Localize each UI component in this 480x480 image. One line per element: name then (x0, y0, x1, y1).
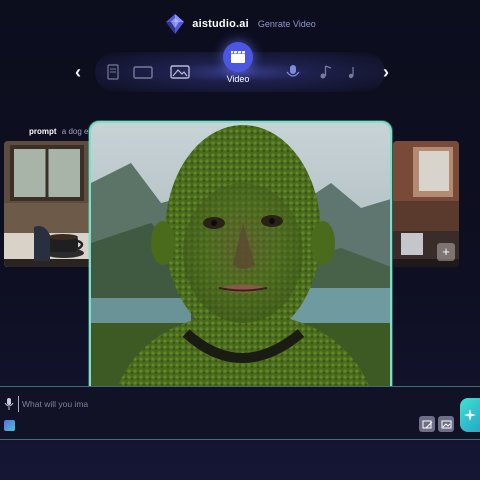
diamond-gem-logo-icon (166, 14, 185, 34)
prompt-caption: prompt a dog eat (29, 127, 95, 136)
clapperboard-icon (231, 50, 245, 63)
document-icon[interactable] (103, 64, 123, 80)
prompt-input[interactable] (18, 396, 88, 412)
app-header: aistudio.ai Genrate Video (0, 12, 480, 36)
add-button[interactable]: + (437, 243, 455, 261)
generated-video-preview[interactable] (89, 121, 392, 424)
sparkle-icon (464, 409, 476, 421)
carousel-next-button[interactable]: › (378, 60, 394, 84)
moss-face-video-frame (91, 123, 390, 422)
image-icon[interactable] (170, 64, 190, 80)
image-upload-button[interactable] (438, 416, 454, 432)
microphone-icon[interactable] (283, 64, 303, 80)
active-mode-label: Video (226, 74, 250, 84)
gradient-attach-icon[interactable] (4, 420, 15, 431)
image-icon (441, 420, 451, 428)
carousel-prev-button[interactable]: ‹ (70, 60, 86, 84)
prompt-input-bar (0, 386, 480, 440)
slides-icon[interactable] (133, 64, 153, 80)
edit-image-icon (422, 420, 432, 428)
video-mode-button[interactable] (223, 42, 253, 72)
edit-image-button[interactable] (419, 416, 435, 432)
coffee-cup-scene-image (4, 141, 92, 267)
music-note-icon[interactable] (316, 64, 336, 80)
brand-name: aistudio.ai (192, 18, 249, 30)
prompt-label: prompt (29, 127, 57, 136)
page-subtitle: Genrate Video (257, 19, 316, 29)
microphone-icon[interactable] (4, 398, 14, 410)
gallery-card-left[interactable] (4, 141, 92, 267)
generate-button[interactable] (460, 398, 480, 432)
music-note-alt-icon[interactable] (344, 64, 364, 80)
